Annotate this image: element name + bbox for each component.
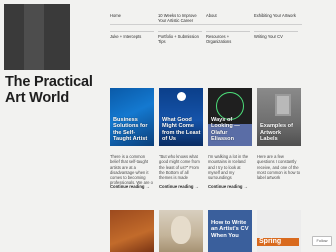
site-logo-block[interactable] — [4, 4, 70, 70]
nav-divider — [110, 24, 302, 25]
post-card-thumbnail[interactable] — [159, 210, 203, 252]
artwork-frame-image — [275, 94, 291, 116]
post-excerpt: Here are a few questions I constantly re… — [257, 154, 300, 180]
post-card-thumbnail[interactable]: Ways of Looking — Olafur Eliasson — [208, 88, 252, 146]
continue-reading-link[interactable]: Continue reading → — [159, 184, 199, 189]
post-card-thumbnail[interactable]: Examples of Artwork Labels — [257, 88, 301, 146]
nav-row-primary: Home 10 Weeks to Improve Your Artistic C… — [110, 10, 298, 23]
nav-link-about[interactable]: About — [206, 11, 250, 23]
post-card-thumbnail[interactable]: Business Solutions for the Self-Taught A… — [110, 88, 154, 146]
nav-link-juke-intercepts[interactable]: Juke + Intercepts — [110, 31, 154, 44]
post-card-thumbnail[interactable] — [110, 210, 154, 252]
nav-link-portfolio-tips[interactable]: Portfolio + Submission Tips — [158, 31, 202, 44]
post-card-headline[interactable]: Examples of Artwork Labels — [260, 123, 299, 142]
ring-image — [216, 92, 244, 120]
continue-reading-link[interactable]: Continue reading → — [208, 184, 248, 189]
site-title[interactable]: The Practical Art World — [5, 74, 105, 106]
post-excerpt: "But who knows what good might come from… — [159, 154, 200, 180]
follow-button[interactable]: Follow — [312, 236, 332, 246]
post-card-thumbnail[interactable]: Spring — [257, 210, 301, 252]
post-card-headline[interactable]: What Good Might Come from the Least of U… — [162, 117, 201, 142]
nav-row-secondary: Juke + Intercepts Portfolio + Submission… — [110, 30, 298, 44]
sculpture-face-image — [171, 216, 191, 244]
nav-link-writing-cv[interactable]: Writing Your CV — [254, 31, 298, 44]
post-card-headline[interactable]: Ways of Looking — Olafur Eliasson — [211, 117, 250, 142]
post-card-headline[interactable]: How to Write an Artist's CV When You — [211, 220, 250, 239]
nav-link-10-weeks[interactable]: 10 Weeks to Improve Your Artistic Career — [158, 11, 202, 23]
moon-image — [177, 92, 186, 101]
post-excerpt: I'm walking a lot in the mountains in Ic… — [208, 154, 249, 180]
nav-link-resources[interactable]: Resources + Organizations — [206, 31, 250, 44]
post-card-headline[interactable]: Spring — [257, 238, 299, 246]
post-card-headline[interactable]: Business Solutions for the Self-Taught A… — [113, 117, 152, 142]
post-card-thumbnail[interactable]: What Good Might Come from the Least of U… — [159, 88, 203, 146]
continue-reading-link[interactable]: Continue reading → — [110, 184, 150, 189]
nav-link-home[interactable]: Home — [110, 11, 154, 23]
nav-link-exhibiting[interactable]: Exhibiting Your Artwork — [254, 11, 298, 23]
post-excerpt: There is a common belief that self-taugh… — [110, 154, 153, 186]
post-card-thumbnail[interactable]: How to Write an Artist's CV When You — [208, 210, 252, 252]
